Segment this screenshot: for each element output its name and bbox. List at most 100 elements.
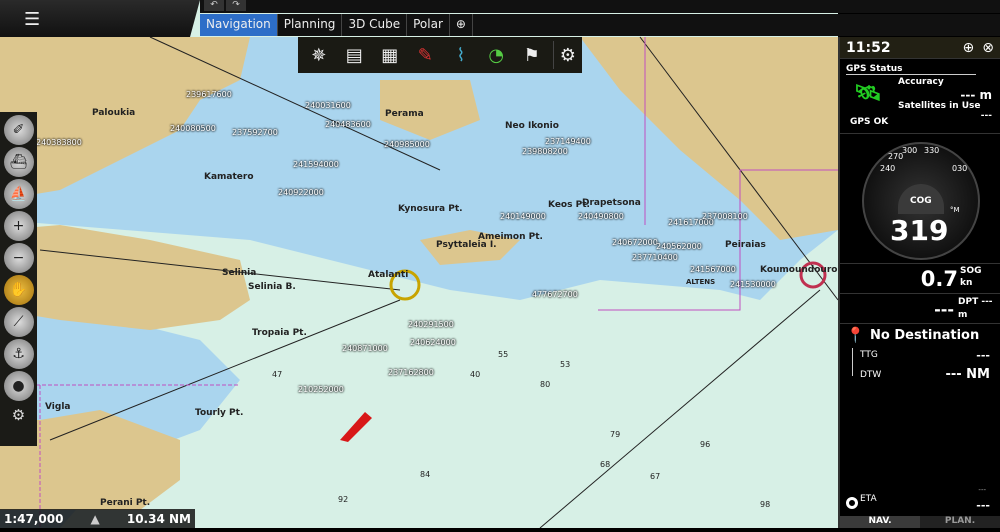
place-label: Kamatero [204, 172, 254, 182]
waypoints-icon[interactable]: ⚑ [517, 41, 547, 69]
ais-label[interactable]: 240031600 [305, 101, 351, 110]
chart-overlay-icon[interactable]: ▦ [375, 41, 405, 69]
depth-sounding: 55 [498, 350, 509, 359]
ais-label[interactable]: 240562000 [656, 242, 702, 251]
depth-widget: --- DPT --- m [840, 294, 1000, 324]
satellites-value: --- [980, 111, 992, 121]
ais-label[interactable]: 241530000 [730, 280, 776, 289]
ais-label[interactable]: 240922000 [278, 188, 324, 197]
panel-tabs: NAV. PLAN. [840, 516, 1000, 528]
gauge-tick: 030 [952, 164, 968, 173]
pan-hand-icon[interactable]: ✋ [3, 275, 34, 305]
ais-label[interactable]: 241567000 [690, 265, 736, 274]
scale-ratio: 1:47,000 [4, 511, 64, 526]
tab-bar: Navigation Planning 3D Cube Polar ⊕ [200, 14, 1000, 36]
ais-label[interactable]: 237592700 [232, 128, 278, 137]
depth-sounding: 79 [610, 430, 621, 439]
ais-label[interactable]: 237149400 [545, 137, 591, 146]
man-overboard-icon[interactable]: ● [3, 371, 34, 401]
mob-icon[interactable]: ⚓ [3, 339, 34, 369]
ais-label[interactable]: 240080500 [170, 124, 216, 133]
tab-plan[interactable]: PLAN. [920, 516, 1000, 528]
track-icon[interactable]: ✎ [411, 41, 441, 69]
dtw-value: --- NM [945, 367, 990, 382]
eta-label: ETA [860, 494, 877, 504]
depth-sounding: 47 [272, 370, 283, 379]
route-tool-icon[interactable]: ✐ [3, 115, 34, 145]
settings-locked-icon[interactable]: ⚙ [12, 406, 25, 424]
depth-sounding: 68 [600, 460, 611, 469]
menu-icon[interactable]: ☰ [24, 9, 40, 30]
sog-unit: kn [960, 278, 973, 288]
tab-navigation[interactable]: Navigation [200, 14, 278, 36]
sog-label: SOG [960, 266, 982, 276]
destination-pin-icon: 📍 [846, 326, 865, 344]
ais-label[interactable]: 240483600 [325, 120, 371, 129]
ais-label[interactable]: 240985000 [384, 140, 430, 149]
clock: 11:52 [846, 39, 891, 56]
north-arrow-icon[interactable]: ▲ [91, 512, 100, 526]
gauge-tick: 300 [902, 146, 918, 155]
ais-label[interactable]: 240672000 [612, 238, 658, 247]
ais-label[interactable]: 237008100 [702, 212, 748, 221]
ais-label[interactable]: 240871000 [342, 344, 388, 353]
cog-value: 319 [890, 214, 949, 247]
top-bar: ☰ ↶ ↷ Navigation Planning 3D Cube Polar … [0, 0, 1000, 37]
redo-button[interactable]: ↷ [226, 0, 246, 11]
depth-sounding: 92 [338, 495, 349, 504]
destination-widget: 📍 No Destination TTG --- DTW --- NM ETA … [840, 324, 1000, 512]
tab-polar[interactable]: Polar [407, 14, 450, 36]
place-label: ALTENS [686, 278, 716, 286]
chart-map[interactable]: Paloukia Perama Neo Ikonio Kamatero Keos… [0, 0, 844, 529]
ais-target-icon[interactable]: ⌇ [446, 41, 476, 69]
settings-locked-icon[interactable]: ⚙ [552, 41, 583, 69]
depth-label: DPT --- [958, 297, 993, 307]
add-tab-button[interactable]: ⊕ [450, 14, 473, 36]
ais-label[interactable]: 240624000 [410, 338, 456, 347]
place-label: Kynosura Pt. [398, 204, 463, 214]
ais-label[interactable]: 239617600 [186, 90, 232, 99]
tab-3d-cube[interactable]: 3D Cube [342, 14, 408, 36]
depth-sounding: 53 [560, 360, 571, 369]
ais-label[interactable]: 210252000 [298, 385, 344, 394]
undo-button[interactable]: ↶ [204, 0, 224, 11]
place-label: Perani Pt. [100, 498, 151, 508]
ais-label[interactable]: 237710400 [632, 253, 678, 262]
place-label: Perama [385, 109, 424, 119]
ais-label[interactable]: 240149000 [500, 212, 546, 221]
accuracy-value: --- m [960, 88, 992, 102]
add-widget-icon[interactable]: ⊕ [963, 40, 975, 56]
guard-zone-icon[interactable]: ◔ [482, 41, 512, 69]
depth-sounding: 67 [650, 472, 661, 481]
close-panel-icon[interactable]: ⊗ [982, 40, 994, 56]
place-label: Atalanti [368, 270, 409, 280]
measure-icon[interactable]: ⟋ [3, 307, 34, 337]
menu-panel: ☰ [0, 0, 200, 37]
ais-label[interactable]: 240291500 [408, 320, 454, 329]
tab-planning[interactable]: Planning [278, 14, 343, 36]
depth-sounding: 84 [420, 470, 431, 479]
zoom-out-icon[interactable]: − [3, 243, 34, 273]
ais-label[interactable]: 240383800 [36, 138, 82, 147]
chart-layers-icon[interactable]: ▤ [340, 41, 370, 69]
place-label: Neo Ikonio [505, 121, 559, 131]
ship-center-icon[interactable]: ⛴ [3, 147, 34, 177]
ais-label[interactable]: 477672700 [532, 290, 578, 299]
ais-label[interactable]: 241594000 [293, 160, 339, 169]
depth-sounding: 98 [760, 500, 771, 509]
ais-label[interactable]: 239808200 [522, 147, 568, 156]
depth-sounding: 40 [470, 370, 481, 379]
ais-label[interactable]: 240490800 [578, 212, 624, 221]
eta-value: --- [976, 499, 990, 512]
compass-rose-icon[interactable]: ✵ [304, 41, 334, 69]
chart-toolbar: ✵ ▤ ▦ ✎ ⌇ ◔ ⚑ ⚙ [298, 37, 582, 73]
depth-sounding: 80 [540, 380, 551, 389]
ais-label[interactable]: 237162800 [388, 368, 434, 377]
undo-redo-bar: ↶ ↷ [200, 0, 1000, 13]
place-label: Peiraias [725, 240, 766, 250]
ship-view-icon[interactable]: ⛵ [3, 179, 34, 209]
ttg-value: --- [976, 349, 990, 362]
tab-nav[interactable]: NAV. [840, 516, 920, 528]
zoom-in-icon[interactable]: + [3, 211, 34, 241]
satellites-label: Satellites in Use [898, 101, 981, 111]
